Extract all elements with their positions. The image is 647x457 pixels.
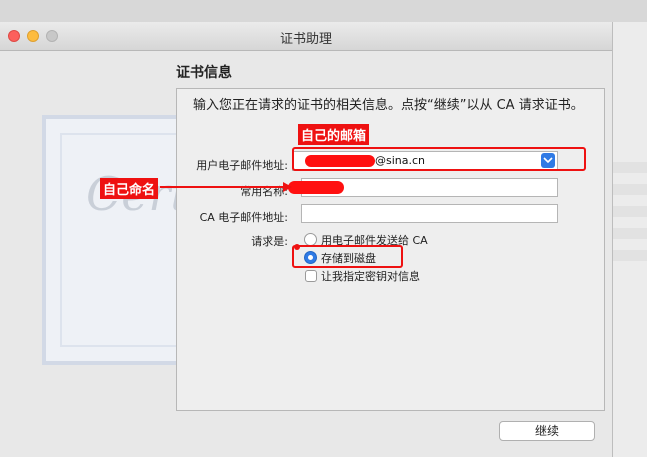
continue-button[interactable]: 继续 [499,421,595,441]
annotation-arrow [160,182,300,250]
